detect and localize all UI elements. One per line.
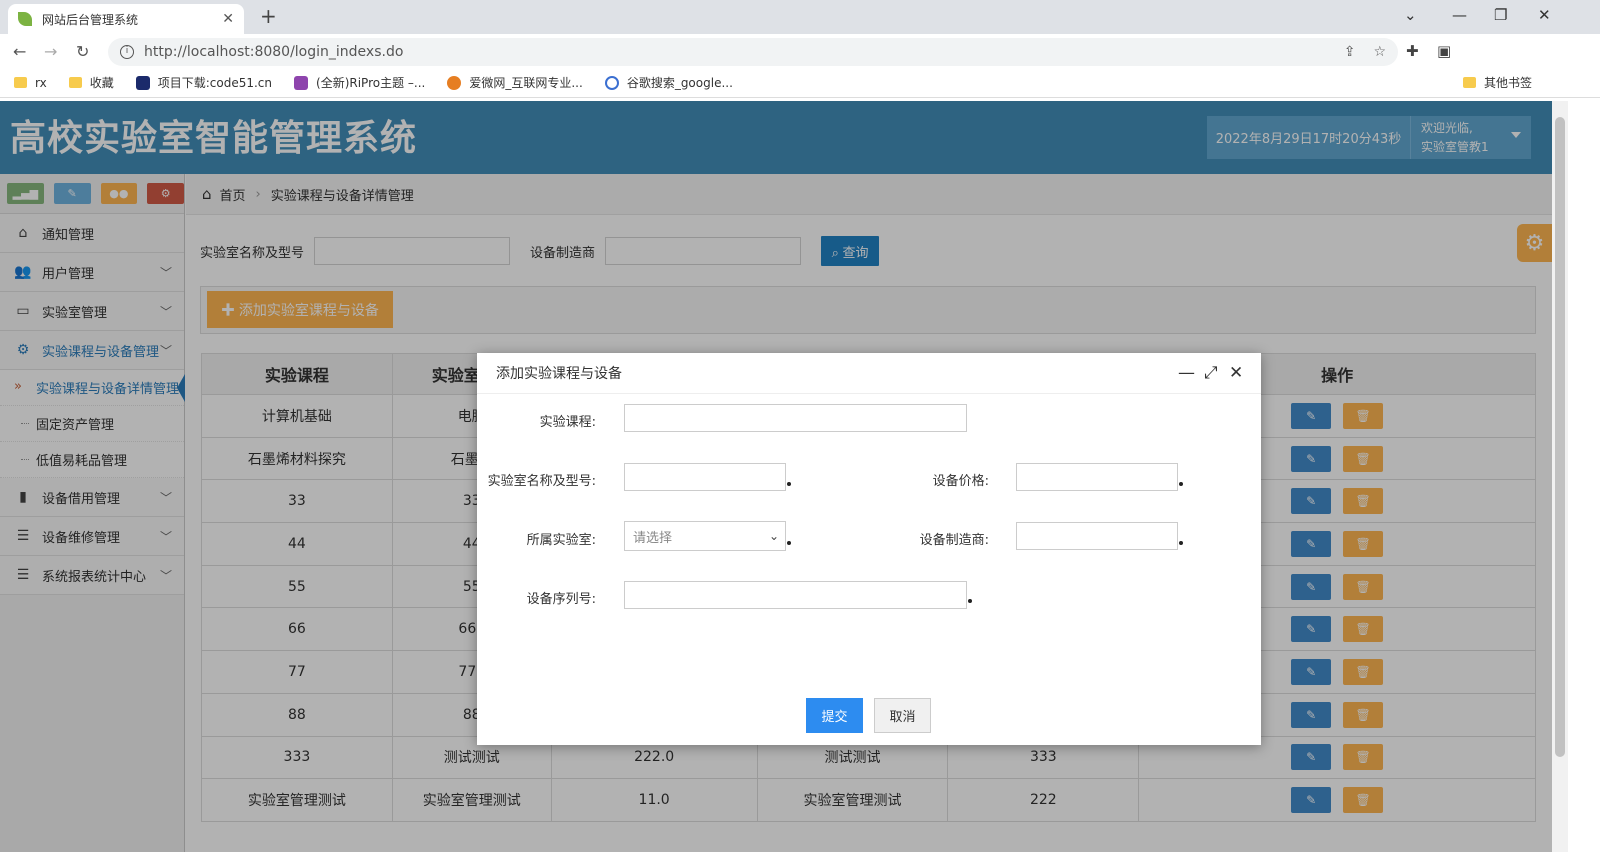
leaf-favicon-icon <box>18 12 32 26</box>
other-bookmarks[interactable]: 其他书签 <box>1462 74 1532 91</box>
lab-name-label: 实验室名称及型号: <box>487 474 596 489</box>
lab-select[interactable]: 请选择 ⌄ <box>624 521 786 551</box>
serial-label: 设备序列号: <box>526 592 596 607</box>
site-logo-icon <box>604 75 619 90</box>
tab-title: 网站后台管理系统 <box>42 12 139 27</box>
dialog-header: 添加实验课程与设备 — ⤢ ✕ <box>477 353 1261 394</box>
site-logo-icon <box>294 75 309 90</box>
serial-input[interactable] <box>624 581 967 609</box>
lab-select-label: 所属实验室: <box>526 533 596 548</box>
bookmark-rx[interactable]: rx <box>14 76 47 90</box>
site-info-icon[interactable]: i <box>120 45 134 59</box>
close-icon[interactable]: ✕ <box>1229 363 1243 383</box>
url-bar[interactable]: i http://localhost:8080/login_indexs.do … <box>108 38 1398 66</box>
bookmark-aiwei[interactable]: 爱微网_互联网专业... <box>447 74 583 91</box>
add-course-equipment-dialog: 添加实验课程与设备 — ⤢ ✕ 实验课程: 实验室名称及型号: 设备价格: 所属… <box>477 353 1261 745</box>
minimize-icon[interactable]: — <box>1452 6 1467 24</box>
price-input[interactable] <box>1016 463 1178 491</box>
new-tab-icon[interactable]: + <box>260 4 277 28</box>
bookmark-label: (全新)RiPro主题 –... <box>316 76 426 90</box>
bookmark-label: 其他书签 <box>1483 76 1532 90</box>
close-window-icon[interactable]: ✕ <box>1538 6 1551 24</box>
required-marker <box>1179 482 1183 486</box>
bookmark-ripro[interactable]: (全新)RiPro主题 –... <box>294 74 425 91</box>
folder-icon <box>68 77 82 88</box>
minimize-icon[interactable]: — <box>1178 363 1195 383</box>
lab-name-input[interactable] <box>624 463 786 491</box>
chevron-down-icon: ⌄ <box>768 529 779 543</box>
dialog-title: 添加实验课程与设备 <box>496 366 622 382</box>
side-panel-icon[interactable]: ▣ <box>1437 42 1451 60</box>
close-tab-icon[interactable]: ✕ <box>222 11 234 27</box>
address-bar-row: ← → ↻ i http://localhost:8080/login_inde… <box>0 34 1600 98</box>
browser-tab-bar: 网站后台管理系统 ✕ + ⌄ — ❐ ✕ <box>0 0 1600 34</box>
folder-icon <box>1462 77 1476 88</box>
page-scrollbar[interactable] <box>1552 101 1568 852</box>
browser-tab[interactable]: 网站后台管理系统 ✕ <box>8 4 244 34</box>
submit-button[interactable]: 提交 <box>806 698 863 733</box>
scrollbar-thumb[interactable] <box>1555 117 1565 757</box>
bookmarks-bar: rx 收藏 项目下载:code51.cn (全新)RiPro主题 –... 爱微… <box>0 68 1600 98</box>
url-text: http://localhost:8080/login_indexs.do <box>144 44 404 60</box>
bookmark-google[interactable]: 谷歌搜索_google... <box>604 74 733 91</box>
share-icon[interactable]: ⇪ <box>1344 44 1356 60</box>
required-marker <box>787 482 791 486</box>
bookmark-label: rx <box>35 75 47 90</box>
maker-label: 设备制造商: <box>919 533 989 548</box>
price-label: 设备价格: <box>932 474 989 489</box>
lab-select-placeholder: 请选择 <box>633 530 673 546</box>
bookmark-label: 谷歌搜索_google... <box>626 76 733 90</box>
required-marker <box>968 599 972 603</box>
star-icon[interactable]: ☆ <box>1373 44 1386 60</box>
course-label: 实验课程: <box>539 415 596 430</box>
bookmark-label: 收藏 <box>89 76 114 90</box>
back-icon[interactable]: ← <box>13 42 26 61</box>
bookmark-favorites[interactable]: 收藏 <box>68 74 114 91</box>
bookmark-label: 爱微网_互联网专业... <box>469 76 583 90</box>
bookmark-label: 项目下载:code51.cn <box>157 76 273 90</box>
required-marker <box>1179 541 1183 545</box>
site-logo-icon <box>135 75 150 90</box>
site-logo-icon <box>447 75 462 90</box>
extensions-icon[interactable]: ✚ <box>1406 42 1419 60</box>
restore-icon[interactable]: ❐ <box>1494 6 1507 24</box>
cancel-button[interactable]: 取消 <box>874 698 931 733</box>
course-input[interactable] <box>624 404 967 432</box>
maximize-icon[interactable]: ⤢ <box>1204 363 1218 383</box>
required-marker <box>787 541 791 545</box>
reload-icon[interactable]: ↻ <box>76 42 89 61</box>
tab-search-icon[interactable]: ⌄ <box>1404 6 1417 24</box>
folder-icon <box>14 77 27 88</box>
forward-icon[interactable]: → <box>44 42 57 61</box>
maker-input[interactable] <box>1016 522 1178 550</box>
bookmark-code51[interactable]: 项目下载:code51.cn <box>135 74 273 91</box>
